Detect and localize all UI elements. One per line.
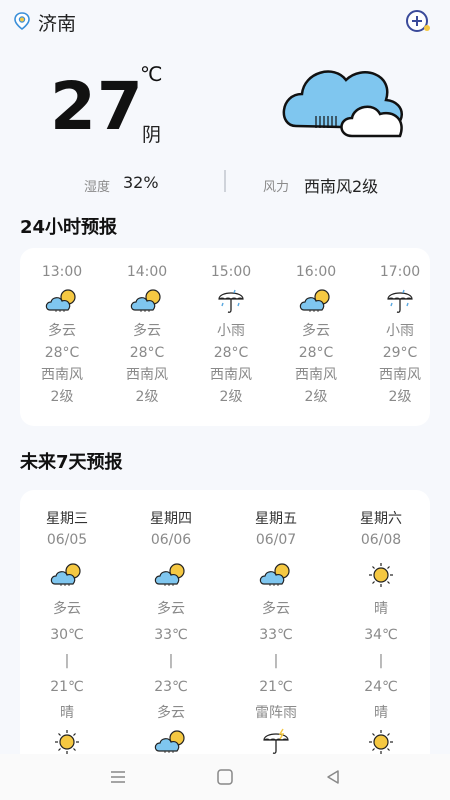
stats-divider [224,170,226,192]
back-triangle-icon[interactable] [322,766,344,788]
hourly-title: 24小时预报 [20,217,118,238]
current-stats: 湿度 32% 风力 西南风2级 [0,166,450,198]
hour-temp: 29°C [382,345,418,361]
wind-value: 西南风2级 [304,177,379,196]
day-low: 21℃ [259,679,293,695]
day-low: 21℃ [50,679,84,695]
partly-cloudy-icon [49,561,85,589]
day-low: 24℃ [364,679,398,695]
temp-separator: | [168,653,174,669]
hour-time: 14:00 [126,264,168,280]
hour-time: 13:00 [41,264,83,280]
menu-icon[interactable] [107,766,129,788]
system-nav-bar [0,754,450,800]
day-high: 30℃ [50,627,84,643]
hour-wind-dir: 西南风 [379,367,421,383]
hour-temp: 28°C [298,345,334,361]
hour-wind-dir: 西南风 [295,367,337,383]
hour-item: 17:00 小雨 29°C 西南风 2级 [365,248,435,408]
hour-item: 15:00 小雨 28°C 西南风 2级 [196,248,266,408]
day-item: 星期四 06/06 多云 33℃ | 23℃ 多云 [126,490,216,760]
night-weather: 雷阵雨 [255,705,297,721]
hour-temp: 28°C [44,345,80,361]
hour-time: 15:00 [210,264,252,280]
thunder-rain-icon [258,728,294,756]
day-weekday: 星期六 [360,511,402,527]
hour-time: 17:00 [379,264,421,280]
hour-temp: 28°C [213,345,249,361]
daily-title: 未来7天预报 [20,452,123,473]
hour-item: 13:00 多云 28°C 西南风 2级 [27,248,97,408]
day-weekday: 星期三 [46,511,88,527]
night-weather: 晴 [374,705,388,721]
hour-wind-level: 2级 [388,389,412,405]
partly-cloudy-icon [258,561,294,589]
hour-wind-dir: 西南风 [126,367,168,383]
partly-cloudy-icon [153,728,189,756]
hour-wind-dir: 西南风 [210,367,252,383]
wind-label: 风力 [263,180,290,195]
day-item: 星期五 06/07 多云 33℃ | 21℃ 雷阵雨 [231,490,321,760]
temp-separator: | [64,653,70,669]
partly-cloudy-icon [153,561,189,589]
hour-wind-level: 2级 [219,389,243,405]
day-item: 星期六 06/08 晴 34℃ | 24℃ 晴 [336,490,426,760]
hour-item: 16:00 多云 28°C 西南风 2级 [281,248,351,408]
humidity-value: 32% [123,173,159,192]
sunny-icon [363,561,399,589]
city-name[interactable]: 济南 [38,9,76,36]
current-temperature: 27 [50,68,144,145]
day-weekday: 星期五 [255,511,297,527]
top-bar: 济南 [0,0,450,44]
light-rain-icon [382,288,418,314]
home-square-icon[interactable] [214,766,236,788]
hour-weather: 多云 [133,323,161,339]
day-weather: 多云 [53,601,81,617]
day-high: 33℃ [259,627,293,643]
location-pin-icon [14,12,30,30]
night-weather: 多云 [157,705,185,721]
day-weekday: 星期四 [150,511,192,527]
hourly-forecast-card[interactable]: 13:00 多云 28°C 西南风 2级 14:00 多云 28°C 西南风 2… [20,248,430,426]
day-date: 06/08 [360,532,402,548]
sunny-icon [49,728,85,756]
light-rain-icon [213,288,249,314]
cloudy-icon [282,70,403,138]
day-weather: 多云 [157,601,185,617]
temperature-unit: ℃ [140,62,163,86]
day-item: 星期三 06/05 多云 30℃ | 21℃ 晴 [22,490,112,760]
hour-temp: 28°C [129,345,165,361]
hour-wind-level: 2级 [135,389,159,405]
day-low: 23℃ [154,679,188,695]
hour-weather: 多云 [302,323,330,339]
current-condition: 阴 [142,124,162,146]
day-weather: 多云 [262,601,290,617]
hour-wind-level: 2级 [50,389,74,405]
hour-time: 16:00 [295,264,337,280]
hour-weather: 小雨 [386,323,414,339]
day-date: 06/07 [255,532,297,548]
hour-wind-level: 2级 [304,389,328,405]
night-weather: 晴 [60,705,74,721]
add-city-icon[interactable] [404,7,432,35]
hour-wind-dir: 西南风 [41,367,83,383]
day-high: 34℃ [364,627,398,643]
temp-separator: | [273,653,279,669]
day-date: 06/05 [46,532,88,548]
hour-item: 14:00 多云 28°C 西南风 2级 [112,248,182,408]
day-high: 33℃ [154,627,188,643]
hour-weather: 多云 [48,323,76,339]
humidity-label: 湿度 [84,180,111,195]
day-date: 06/06 [150,532,192,548]
sunny-icon [363,728,399,756]
partly-cloudy-icon [129,288,165,314]
day-weather: 晴 [374,601,388,617]
hour-weather: 小雨 [217,323,245,339]
partly-cloudy-icon [44,288,80,314]
daily-forecast-card[interactable]: 星期三 06/05 多云 30℃ | 21℃ 晴 星期四 06/06 多云 33… [20,490,430,780]
temp-separator: | [378,653,384,669]
partly-cloudy-icon [298,288,334,314]
